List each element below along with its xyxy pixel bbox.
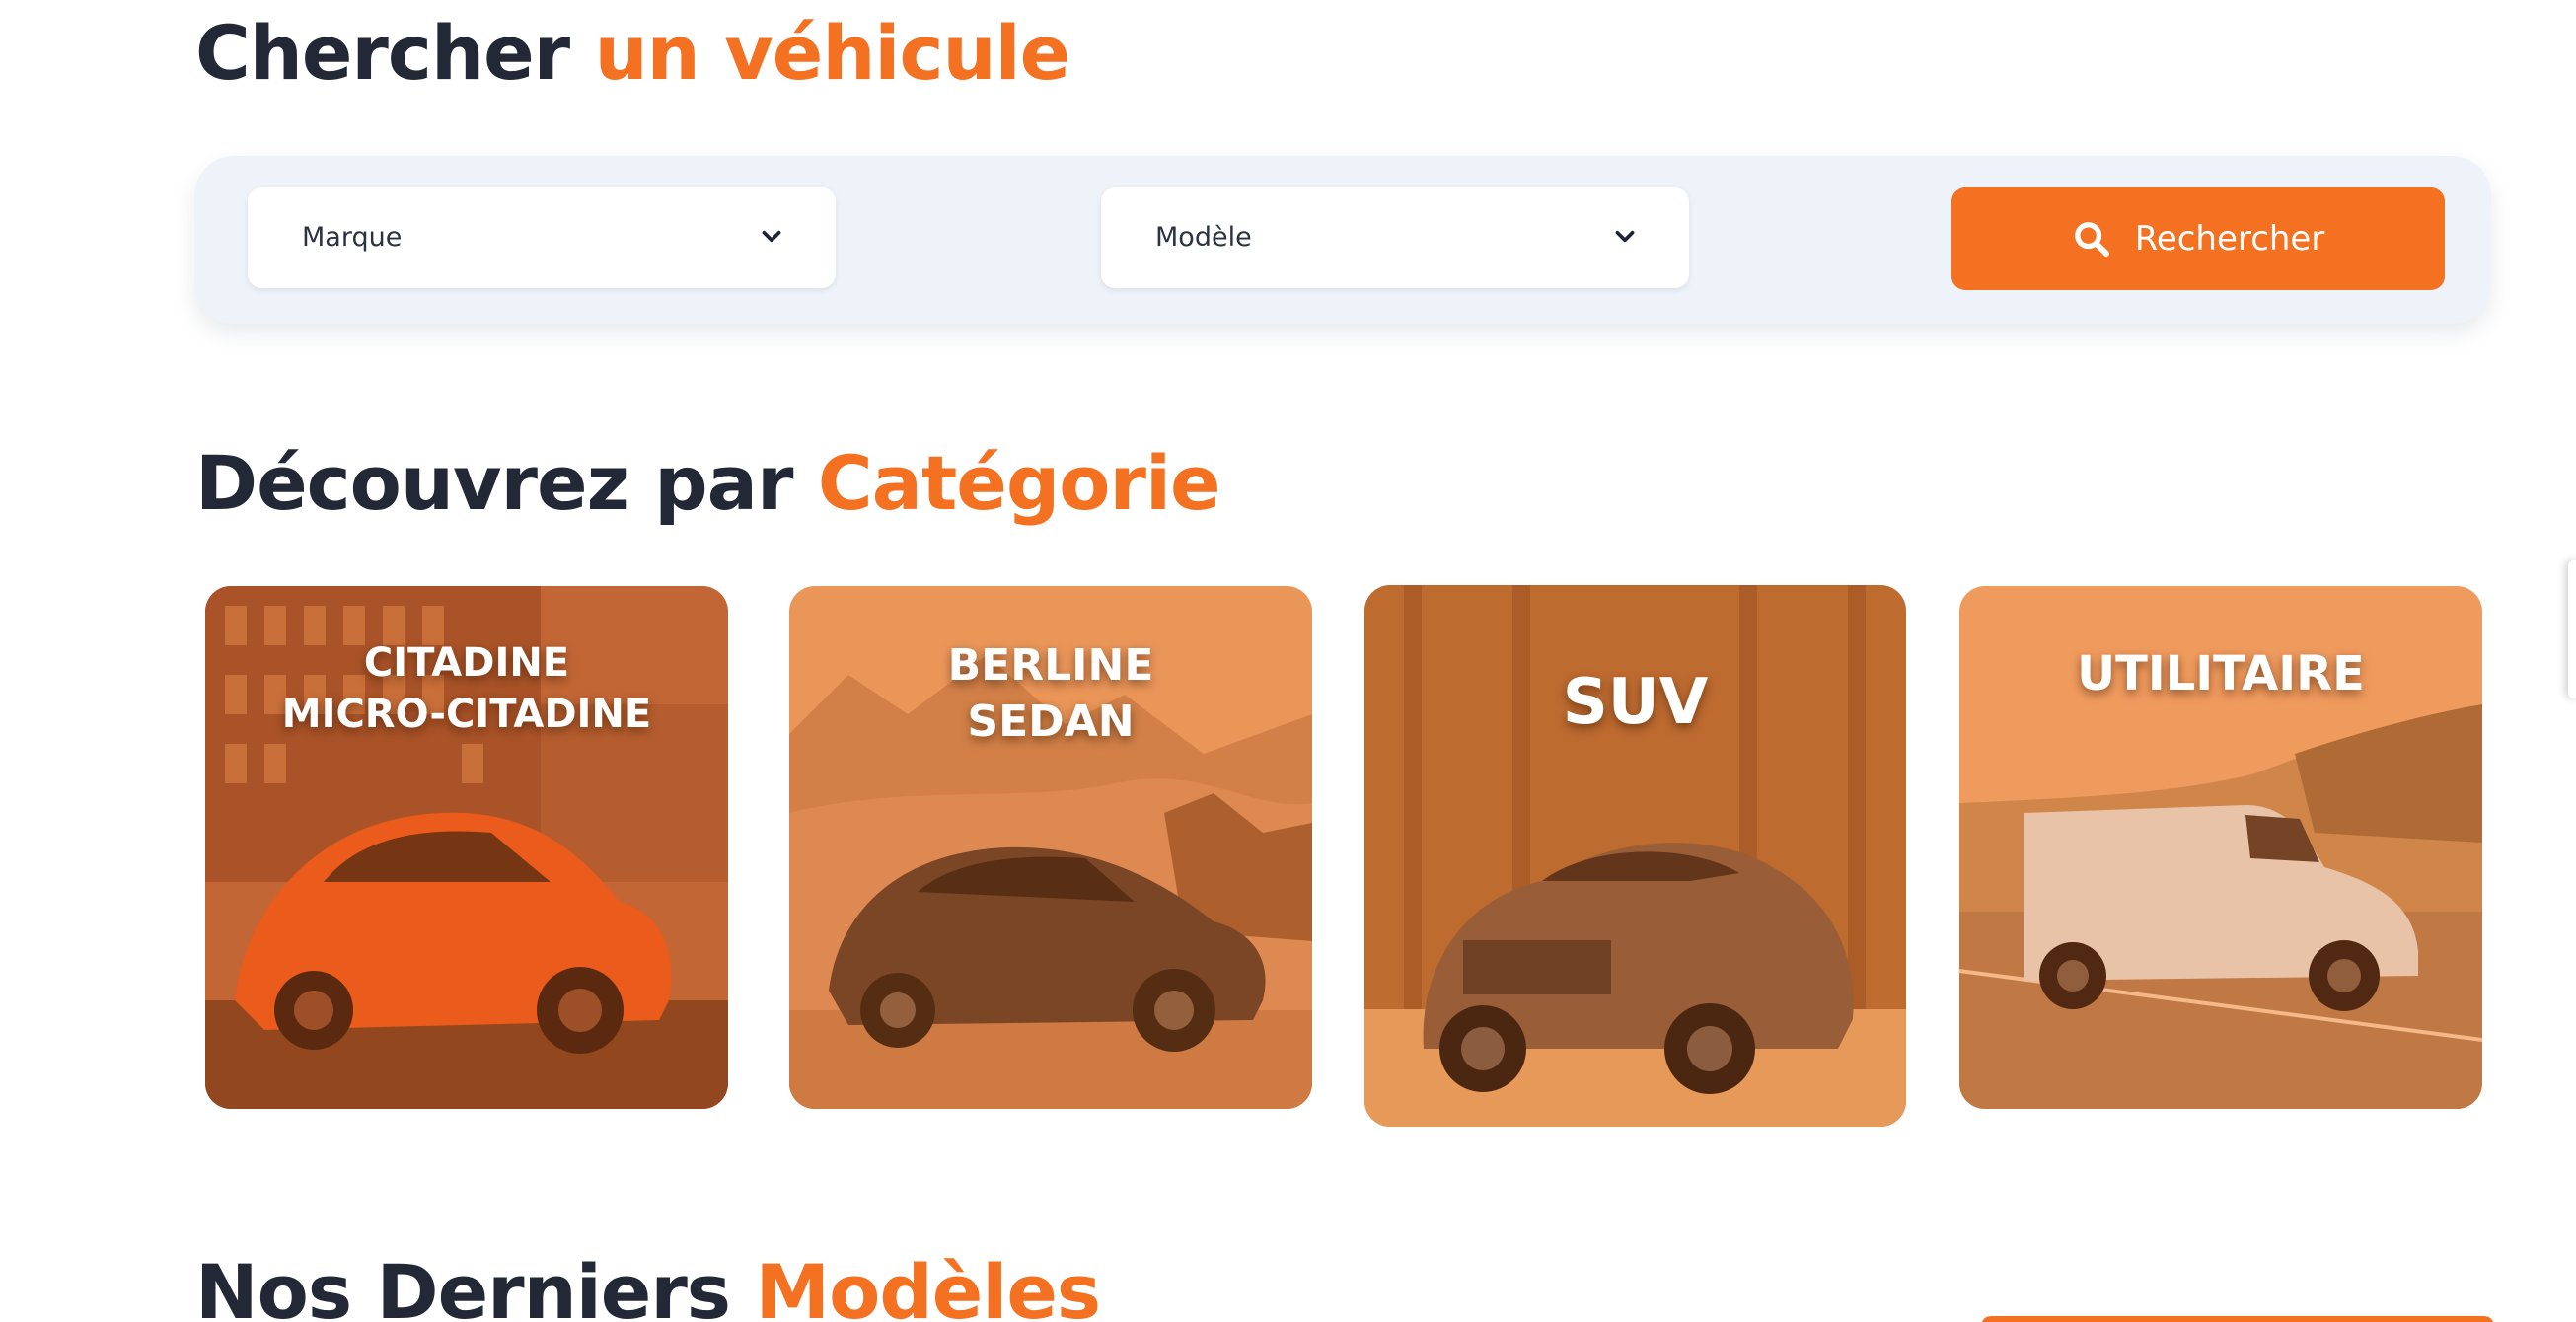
category-title-main: Découvrez par — [195, 439, 793, 527]
card-title: SUV — [1364, 662, 1906, 744]
card-title-line1: SUV — [1562, 666, 1709, 739]
card-title-line2: MICRO-CITADINE — [281, 692, 652, 737]
vehicle-search-panel: Marque Modèle Rechercher — [194, 156, 2491, 324]
model-select-value: Modèle — [1155, 222, 1252, 253]
brand-select-value: Marque — [302, 222, 403, 253]
card-title-line1: BERLINE — [947, 640, 1154, 691]
latest-title-accent: Modèles — [755, 1248, 1102, 1322]
card-title: UTILITAIRE — [1959, 643, 2482, 704]
card-title-line2: SEDAN — [967, 697, 1135, 748]
latest-title-main: Nos Derniers — [195, 1248, 731, 1322]
category-card-suv[interactable]: SUV — [1364, 585, 1906, 1127]
model-select[interactable]: Modèle — [1101, 187, 1689, 288]
card-title-line1: UTILITAIRE — [2077, 646, 2365, 701]
search-button[interactable]: Rechercher — [1951, 187, 2445, 290]
category-card-berline[interactable]: BERLINE SEDAN — [789, 586, 1312, 1109]
search-title-main: Chercher — [195, 9, 570, 97]
card-title: CITADINE MICRO-CITADINE — [205, 637, 728, 740]
search-section-title: Chercher un véhicule — [195, 16, 1070, 91]
card-title-line1: CITADINE — [363, 640, 570, 686]
brand-select[interactable]: Marque — [248, 187, 836, 288]
search-icon — [2074, 222, 2109, 257]
chevron-down-icon — [1615, 230, 1635, 243]
chevron-down-icon — [762, 230, 781, 243]
category-card-utilitaire[interactable]: UTILITAIRE — [1959, 586, 2482, 1109]
category-card-citadine[interactable]: CITADINE MICRO-CITADINE — [205, 586, 728, 1109]
search-title-accent: un véhicule — [594, 9, 1071, 97]
partially-visible-button[interactable] — [1981, 1316, 2494, 1322]
category-section-title: Découvrez par Catégorie — [195, 446, 1221, 521]
side-widget-tab[interactable] — [2568, 560, 2576, 698]
latest-models-section-title: Nos Derniers Modèles — [195, 1255, 1101, 1322]
search-button-label: Rechercher — [2134, 219, 2325, 258]
card-title: BERLINE SEDAN — [789, 637, 1312, 750]
page: Chercher un véhicule Marque Modèle Reche… — [0, 0, 2576, 1322]
category-title-accent: Catégorie — [817, 439, 1221, 527]
